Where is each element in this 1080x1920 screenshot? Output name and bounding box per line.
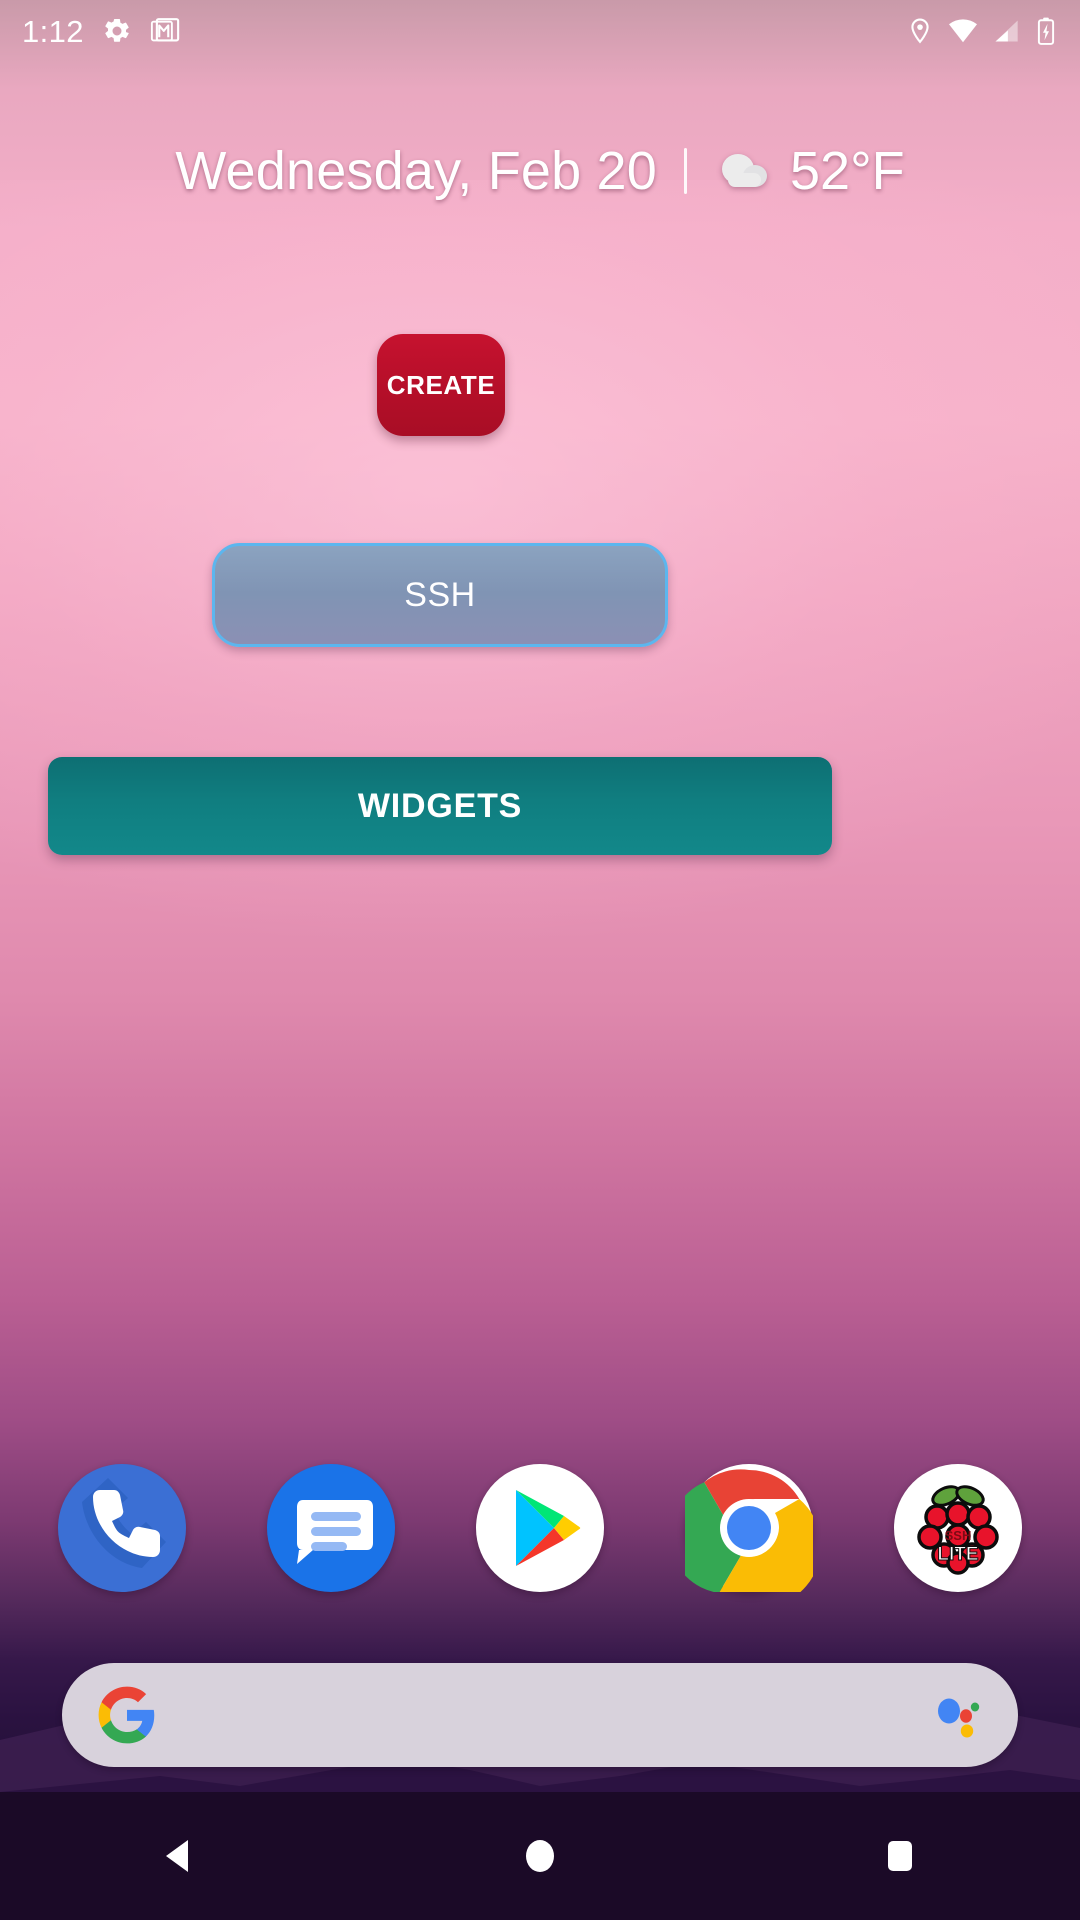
nav-home-button[interactable] bbox=[455, 1792, 625, 1920]
messages-app-icon[interactable] bbox=[267, 1464, 395, 1592]
location-pin-icon bbox=[911, 18, 929, 44]
cloud-icon bbox=[722, 154, 768, 187]
status-bar[interactable]: 1:12 bbox=[0, 0, 1080, 62]
widgets-widget[interactable]: WIDGETS bbox=[48, 757, 832, 855]
ssh-badge-text: SSH bbox=[945, 1528, 972, 1543]
phone-app-icon[interactable] bbox=[58, 1464, 186, 1592]
date-weather-widget[interactable]: Wednesday, Feb 20 52°F bbox=[0, 140, 1080, 202]
google-assistant-icon[interactable] bbox=[930, 1688, 984, 1742]
search-input[interactable] bbox=[158, 1662, 930, 1768]
chrome-app-icon[interactable] bbox=[685, 1464, 813, 1592]
ssh-widget-label: SSH bbox=[404, 575, 476, 614]
status-bar-right bbox=[906, 16, 1058, 46]
home-circle-icon bbox=[526, 1840, 554, 1872]
lite-badge-text: LITE bbox=[937, 1544, 978, 1565]
create-widget-label: CREATE bbox=[386, 369, 496, 400]
phone-handset-glyph bbox=[82, 1478, 166, 1568]
recents-square-icon bbox=[888, 1841, 912, 1871]
android-home-screen: 1:12 Wednesday, Feb 20 52°F CREATE SSH W… bbox=[0, 0, 1080, 1920]
play-store-app-icon[interactable] bbox=[476, 1464, 604, 1592]
navigation-bar bbox=[0, 1792, 1080, 1920]
widget-date-text[interactable]: Wednesday, Feb 20 bbox=[175, 140, 657, 202]
widget-divider bbox=[684, 148, 688, 194]
status-clock: 1:12 bbox=[22, 13, 84, 49]
widget-temperature-text[interactable]: 52°F bbox=[790, 140, 905, 202]
gmail-icon bbox=[150, 18, 180, 42]
raspberry-ssh-lite-app-icon[interactable]: SSH LITE bbox=[894, 1464, 1022, 1592]
nav-recents-button[interactable] bbox=[815, 1792, 985, 1920]
create-widget[interactable]: CREATE bbox=[377, 334, 505, 436]
play-store-triangle-glyph bbox=[516, 1490, 581, 1566]
cellular-signal-icon bbox=[995, 20, 1018, 42]
battery-charging-icon bbox=[1037, 17, 1055, 45]
settings-gear-icon bbox=[105, 18, 129, 42]
dock: SSH LITE bbox=[0, 1454, 1080, 1602]
status-bar-left: 1:12 bbox=[22, 16, 180, 47]
wifi-icon bbox=[949, 19, 977, 43]
widgets-widget-label: WIDGETS bbox=[357, 786, 523, 825]
raspberry-pi-glyph: SSH LITE bbox=[917, 1485, 999, 1575]
ssh-widget[interactable]: SSH bbox=[212, 543, 668, 647]
google-g-icon bbox=[98, 1686, 155, 1744]
back-triangle-icon bbox=[166, 1840, 188, 1872]
google-search-bar[interactable] bbox=[62, 1662, 1018, 1768]
chrome-logo-glyph bbox=[685, 1469, 813, 1592]
nav-back-button[interactable] bbox=[95, 1792, 265, 1920]
message-bubble-glyph bbox=[297, 1500, 373, 1564]
